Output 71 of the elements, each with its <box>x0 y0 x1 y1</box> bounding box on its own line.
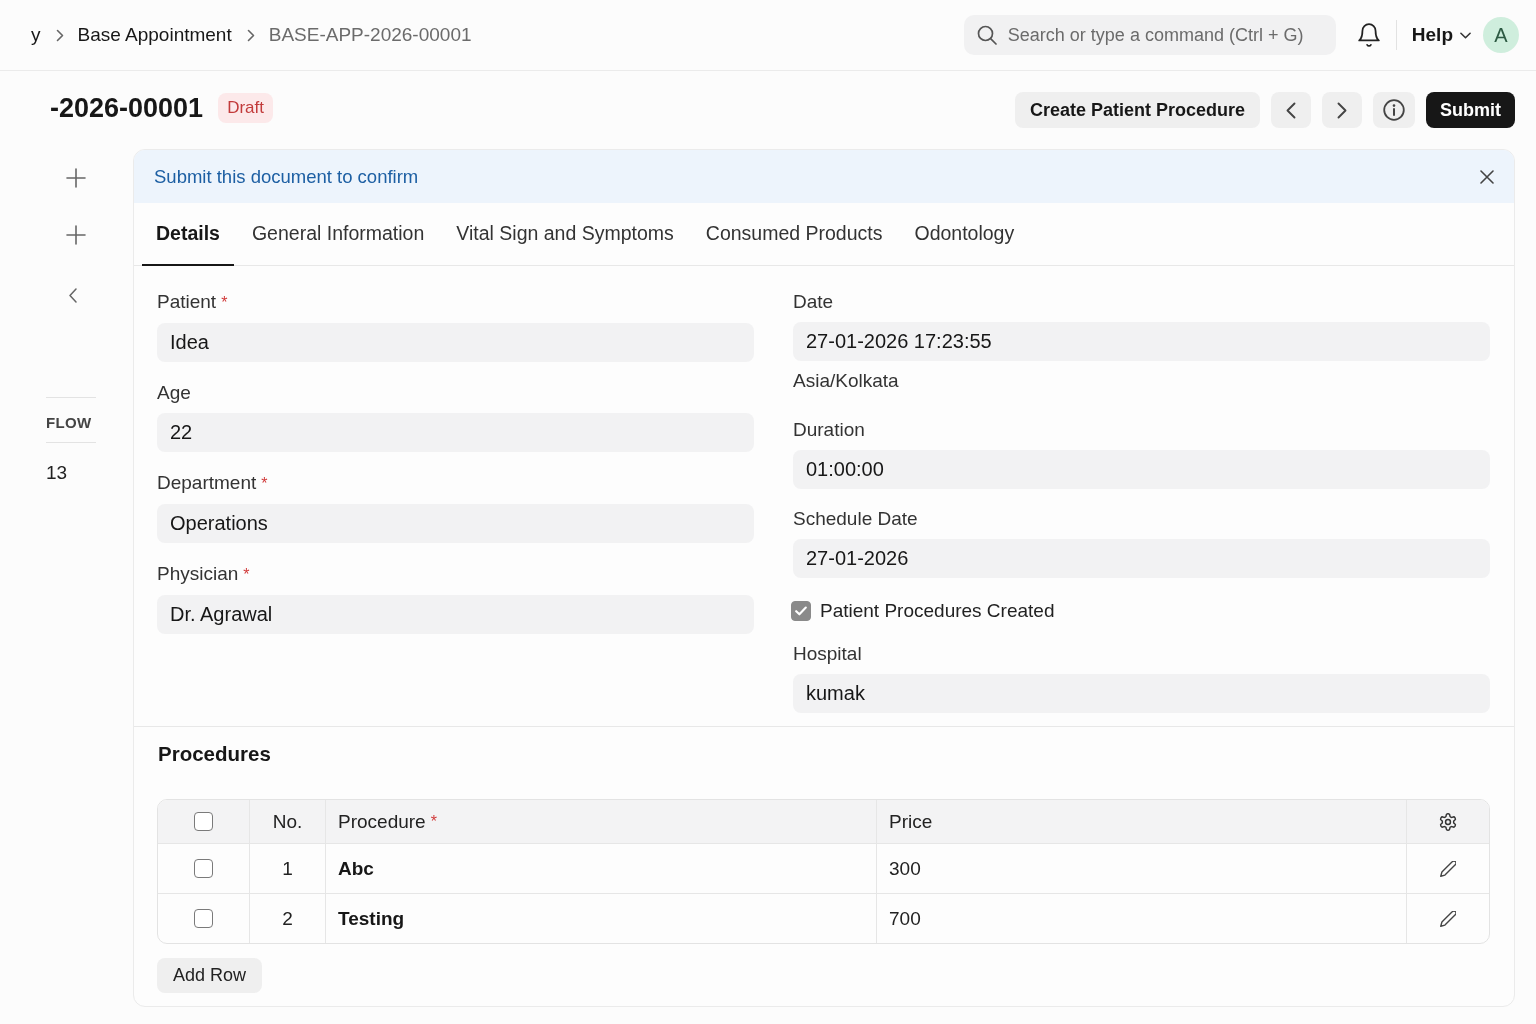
tab[interactable]: Consumed Products <box>691 203 897 266</box>
page-title: -2026-00001 <box>50 93 204 124</box>
field-label: Physician * <box>157 564 250 585</box>
field-label: Date <box>793 292 834 312</box>
tab[interactable]: Odontology <box>900 203 1029 266</box>
plus-icon[interactable] <box>66 168 86 188</box>
checkbox[interactable] <box>194 909 213 928</box>
table-cell: 2 <box>249 893 325 943</box>
field-label: Department * <box>157 473 268 494</box>
input-field[interactable]: 01:00:00 <box>793 450 1490 489</box>
tab[interactable]: General Information <box>237 203 439 266</box>
input-field[interactable]: 27-01-2026 <box>793 539 1490 578</box>
checkbox[interactable] <box>791 601 811 621</box>
input-field[interactable]: Idea <box>157 323 754 362</box>
pencil-icon[interactable] <box>1440 860 1456 877</box>
create-button[interactable]: Create Patient Procedure <box>1014 92 1260 128</box>
status-badge: Draft <box>218 92 273 123</box>
field-label: Schedule Date <box>793 509 918 529</box>
input-field[interactable]: kumak <box>793 674 1490 713</box>
submit-button[interactable]: Submit <box>1426 92 1515 128</box>
input-field[interactable]: 27-01-2026 17:23:55 <box>793 322 1490 361</box>
plus-icon[interactable] <box>66 225 86 245</box>
next-button[interactable] <box>1322 92 1362 128</box>
column-header: Procedure * <box>325 800 876 843</box>
checkbox-label: Patient Procedures Created <box>820 600 1055 622</box>
chevron-left-icon <box>1286 101 1296 119</box>
section-title: Procedures <box>158 744 271 764</box>
bell-icon[interactable] <box>1357 23 1380 47</box>
caret-down-icon <box>1460 31 1471 39</box>
column-header: No. <box>249 800 325 843</box>
alert-message: Submit this document to confirm <box>154 165 419 188</box>
breadcrumb-link[interactable]: y <box>31 24 41 46</box>
checkbox[interactable] <box>194 812 213 831</box>
table-cell: 700 <box>876 893 1406 943</box>
tab[interactable]: Details <box>142 203 234 266</box>
avatar[interactable]: A <box>1483 17 1519 53</box>
chevron-right-icon <box>1337 101 1347 119</box>
input-field[interactable]: Dr. Agrawal <box>157 595 754 634</box>
breadcrumb-link[interactable]: Base Appointment <box>77 24 232 46</box>
field-label: Duration <box>793 420 865 440</box>
field-label: Patient * <box>157 292 228 313</box>
add-row-button[interactable]: Add Row <box>157 958 263 993</box>
input-field[interactable]: 22 <box>157 413 754 452</box>
field-label: Age <box>157 383 191 403</box>
sidebar-item: 13 <box>46 463 68 483</box>
settings-icon[interactable] <box>1439 812 1457 831</box>
input-field[interactable]: Operations <box>157 504 754 543</box>
table-cell: 300 <box>876 843 1406 893</box>
checkbox[interactable] <box>194 859 213 878</box>
table-cell: Testing <box>325 893 876 943</box>
chevron-right-icon <box>55 28 64 42</box>
search-placeholder: Search or type a command (Ctrl + G) <box>1007 24 1304 46</box>
chevron-right-icon <box>246 28 255 42</box>
table-cell: 1 <box>249 843 325 893</box>
search-icon <box>976 25 997 45</box>
info-icon <box>1383 99 1405 121</box>
info-button[interactable] <box>1373 92 1415 128</box>
tab[interactable]: Vital Sign and Symptoms <box>442 203 688 266</box>
field-description: Asia/Kolkata <box>793 371 899 391</box>
field-label: Hospital <box>793 644 862 664</box>
table-cell: Abc <box>325 843 876 893</box>
chevron-left-icon[interactable] <box>69 288 77 303</box>
breadcrumb-link[interactable]: BASE-APP-2026-00001 <box>268 24 472 46</box>
search-field[interactable]: Search or type a command (Ctrl + G) <box>963 15 1336 55</box>
close-icon[interactable] <box>1480 169 1494 184</box>
help-menu[interactable]: Help <box>1411 24 1471 46</box>
section-heading: FLOW <box>46 413 92 433</box>
previous-button[interactable] <box>1271 92 1311 128</box>
check-icon <box>795 606 807 616</box>
column-header: Price <box>876 800 1406 843</box>
pencil-icon[interactable] <box>1440 910 1456 927</box>
